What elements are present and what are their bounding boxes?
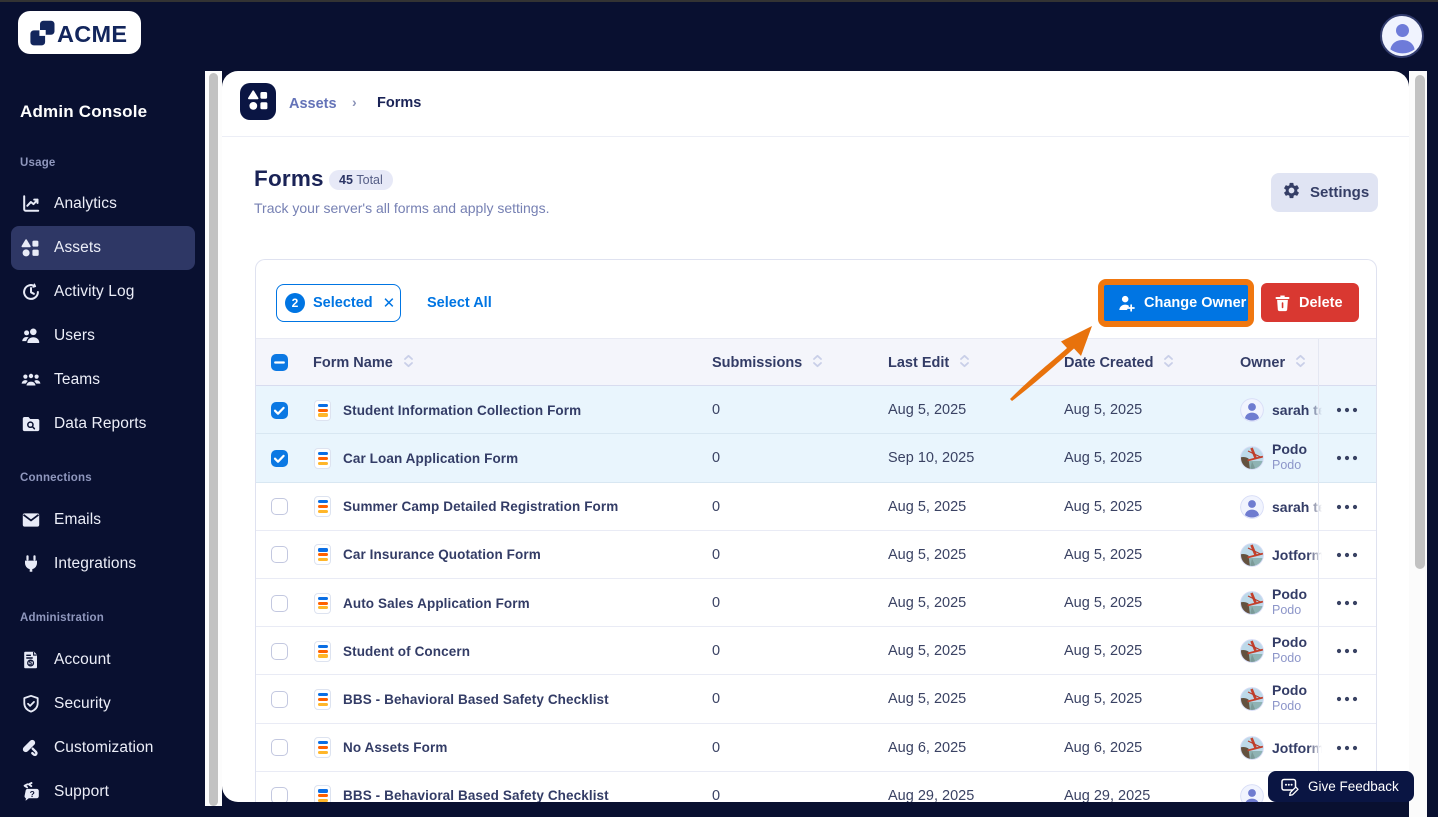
svg-text:$: $	[29, 660, 33, 667]
svg-text:?: ?	[30, 788, 35, 798]
svg-text:ACME: ACME	[57, 21, 127, 47]
